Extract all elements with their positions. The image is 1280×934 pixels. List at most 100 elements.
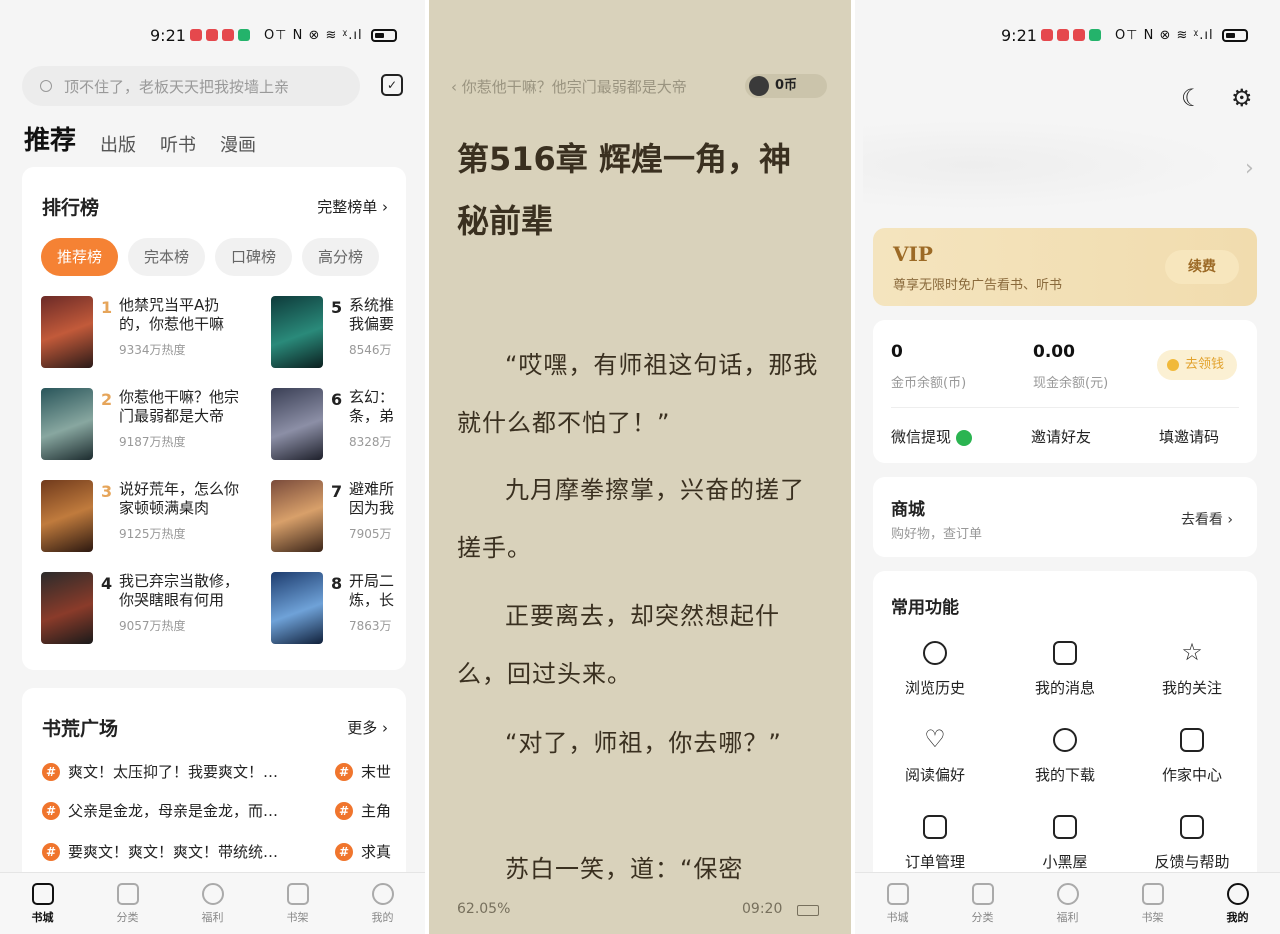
chevron-right-icon[interactable]: › bbox=[1245, 156, 1254, 181]
coin-counter[interactable]: 0币 bbox=[745, 74, 827, 98]
chip-reputation[interactable]: 口碑榜 bbox=[215, 238, 293, 276]
welfare-icon bbox=[201, 882, 224, 905]
browse-history[interactable]: 浏览历史 bbox=[875, 641, 995, 698]
chip-recommend[interactable]: 推荐榜 bbox=[41, 238, 119, 276]
reader-clock: 09:20 bbox=[742, 901, 783, 917]
nav-label: 书城 bbox=[31, 910, 54, 924]
function-label: 我的关注 bbox=[1161, 679, 1222, 697]
book-cover bbox=[271, 296, 323, 368]
book-item[interactable]: 4 我已弃宗当散修，你哭瞎眼有何用 9057万热度 bbox=[41, 572, 245, 644]
welfare-icon bbox=[1056, 882, 1079, 905]
tab-publish[interactable]: 出版 bbox=[100, 131, 136, 157]
nav-welfare[interactable]: 福利 bbox=[170, 873, 255, 934]
plaza-topic[interactable]: # 求真 bbox=[335, 841, 406, 862]
my-messages[interactable]: 我的消息 bbox=[1005, 641, 1125, 698]
profile-screen: 9:21 O⊤ N ⊗ ≋ ᵡ.ıl ☾ ⚙ › VIP 尊享无限时免广告看书、… bbox=[855, 0, 1280, 934]
checkin-calendar-icon[interactable]: ✓ bbox=[381, 74, 403, 96]
earn-money-button[interactable]: 去领钱 bbox=[1157, 350, 1237, 380]
reading-preference[interactable]: ♡ 阅读偏好 bbox=[875, 725, 995, 785]
notification-icon bbox=[205, 29, 218, 41]
book-heat: 7905万 bbox=[349, 527, 392, 541]
status-time: 9:21 bbox=[150, 25, 186, 45]
book-rank: 5 bbox=[331, 298, 343, 317]
nav-category[interactable]: 分类 bbox=[940, 873, 1025, 934]
my-downloads[interactable]: 我的下载 bbox=[1005, 728, 1125, 785]
ranking-card: 排行榜 完整榜单 › 推荐榜 完本榜 口碑榜 高分榜 1 他禁咒当平A扔的，你惹… bbox=[22, 167, 406, 670]
reader-breadcrumb[interactable]: ‹ 你惹他干嘛？他宗门最弱都是大帝 bbox=[451, 76, 687, 97]
battery-icon bbox=[370, 28, 397, 42]
plaza-topic[interactable]: # 要爽文！爽文！爽文！带统统… bbox=[42, 841, 307, 862]
settings-icon[interactable]: ⚙ bbox=[1231, 84, 1253, 112]
author-center[interactable]: 作家中心 bbox=[1132, 728, 1252, 785]
wechat-withdraw[interactable]: 微信提现 bbox=[891, 426, 973, 447]
book-cover bbox=[41, 296, 93, 368]
book-item[interactable]: 5 系统推我偏要 8546万 bbox=[271, 296, 406, 368]
chip-high-score[interactable]: 高分榜 bbox=[302, 238, 380, 276]
invite-friends[interactable]: 邀请好友 bbox=[1031, 426, 1091, 447]
cash-balance-label: 现金余额(元) bbox=[1033, 376, 1109, 391]
plaza-topic[interactable]: # 末世 bbox=[335, 761, 406, 782]
monitor-icon bbox=[1180, 728, 1204, 752]
status-time: 9:21 bbox=[1001, 25, 1037, 45]
book-item[interactable]: 1 他禁咒当平A扔的，你惹他干嘛 9334万热度 bbox=[41, 296, 245, 368]
plaza-topic[interactable]: # 父亲是金龙，母亲是金龙，而… bbox=[42, 800, 307, 821]
book-rank: 8 bbox=[331, 574, 343, 593]
search-placeholder: 顶不住了，老板天天把我按墙上亲 bbox=[64, 77, 290, 96]
book-heat: 9187万热度 bbox=[119, 435, 186, 449]
my-follows[interactable]: ☆ 我的关注 bbox=[1132, 640, 1252, 698]
shop-card[interactable]: 商城 购好物，查订单 去看看 › bbox=[873, 477, 1257, 557]
full-ranking-link[interactable]: 完整榜单 › bbox=[317, 196, 388, 217]
message-icon bbox=[1053, 641, 1077, 665]
grid-icon bbox=[116, 882, 139, 905]
renew-button[interactable]: 续费 bbox=[1165, 250, 1239, 284]
feedback-icon bbox=[1180, 815, 1204, 839]
paragraph: 九月摩拳擦掌，兴奋的搓了搓手。 bbox=[457, 476, 805, 562]
function-label: 我的消息 bbox=[1034, 679, 1095, 697]
book-item[interactable]: 8 开局二炼，长 7863万 bbox=[271, 572, 406, 644]
heart-icon: ♡ bbox=[924, 725, 946, 753]
cash-balance: 0.00 bbox=[1033, 342, 1075, 362]
plaza-topic[interactable]: # 主角 bbox=[335, 800, 406, 821]
book-cover bbox=[41, 572, 93, 644]
book-heat: 8546万 bbox=[349, 343, 392, 357]
nav-category[interactable]: 分类 bbox=[85, 873, 170, 934]
search-input[interactable]: 顶不住了，老板天天把我按墙上亲 bbox=[22, 66, 360, 106]
book-heat: 9125万热度 bbox=[119, 527, 186, 541]
system-icons: O⊤ N ⊗ ≋ ᵡ.ıl bbox=[1114, 27, 1214, 43]
plaza-topic[interactable]: # 爽文！太压抑了！我要爽文！… bbox=[42, 761, 307, 782]
enter-invite-code[interactable]: 填邀请码 bbox=[1159, 426, 1219, 447]
nav-mine[interactable]: 我的 bbox=[1195, 873, 1280, 934]
book-item[interactable]: 2 你惹他干嘛？他宗门最弱都是大帝 9187万热度 bbox=[41, 388, 245, 460]
book-rank: 7 bbox=[331, 482, 343, 501]
feedback-help[interactable]: 反馈与帮助 bbox=[1132, 815, 1252, 872]
chip-completed[interactable]: 完本榜 bbox=[128, 238, 206, 276]
book-item[interactable]: 3 说好荒年，怎么你家顿顿满桌肉 9125万热度 bbox=[41, 480, 245, 552]
night-mode-icon[interactable]: ☾ bbox=[1181, 84, 1203, 112]
nav-mine[interactable]: 我的 bbox=[340, 873, 425, 934]
tab-comic[interactable]: 漫画 bbox=[220, 131, 256, 157]
book-item[interactable]: 6 玄幻：条，弟 8328万 bbox=[271, 388, 406, 460]
nav-welfare[interactable]: 福利 bbox=[1025, 873, 1110, 934]
shop-more-link[interactable]: 去看看 › bbox=[1181, 509, 1233, 529]
paragraph: 苏白一笑，道：“保密 bbox=[505, 855, 744, 883]
plaza-topic-text: 爽文！太压抑了！我要爽文！… bbox=[68, 763, 279, 781]
reader-screen[interactable]: ‹ 你惹他干嘛？他宗门最弱都是大帝 0币 第516章 辉煌一角，神秘前辈 “哎嘿… bbox=[429, 0, 851, 934]
tab-recommend[interactable]: 推荐 bbox=[24, 120, 76, 157]
book-rank: 2 bbox=[101, 390, 113, 409]
nav-bookshelf[interactable]: 书架 bbox=[1110, 873, 1195, 934]
shop-subtitle: 购好物，查订单 bbox=[891, 527, 983, 542]
book-item[interactable]: 7 避难所因为我 7905万 bbox=[271, 480, 406, 552]
wechat-check-icon bbox=[956, 429, 973, 446]
tab-audiobook[interactable]: 听书 bbox=[160, 131, 196, 157]
nav-bookstore[interactable]: 书城 bbox=[855, 873, 940, 934]
book-title: 开局二炼，长 bbox=[349, 572, 395, 609]
user-profile-header[interactable] bbox=[863, 120, 1233, 210]
paragraph: “对了，师祖，你去哪？” bbox=[505, 729, 782, 757]
nav-bookshelf[interactable]: 书架 bbox=[255, 873, 340, 934]
blacklist[interactable]: 小黑屋 bbox=[1005, 815, 1125, 872]
nav-bookstore[interactable]: 书城 bbox=[0, 873, 85, 934]
battery-icon bbox=[1221, 28, 1248, 42]
order-management[interactable]: 订单管理 bbox=[875, 815, 995, 872]
vip-card[interactable]: VIP 尊享无限时免广告看书、听书 续费 bbox=[873, 228, 1257, 306]
plaza-more-link[interactable]: 更多 › bbox=[347, 717, 388, 738]
